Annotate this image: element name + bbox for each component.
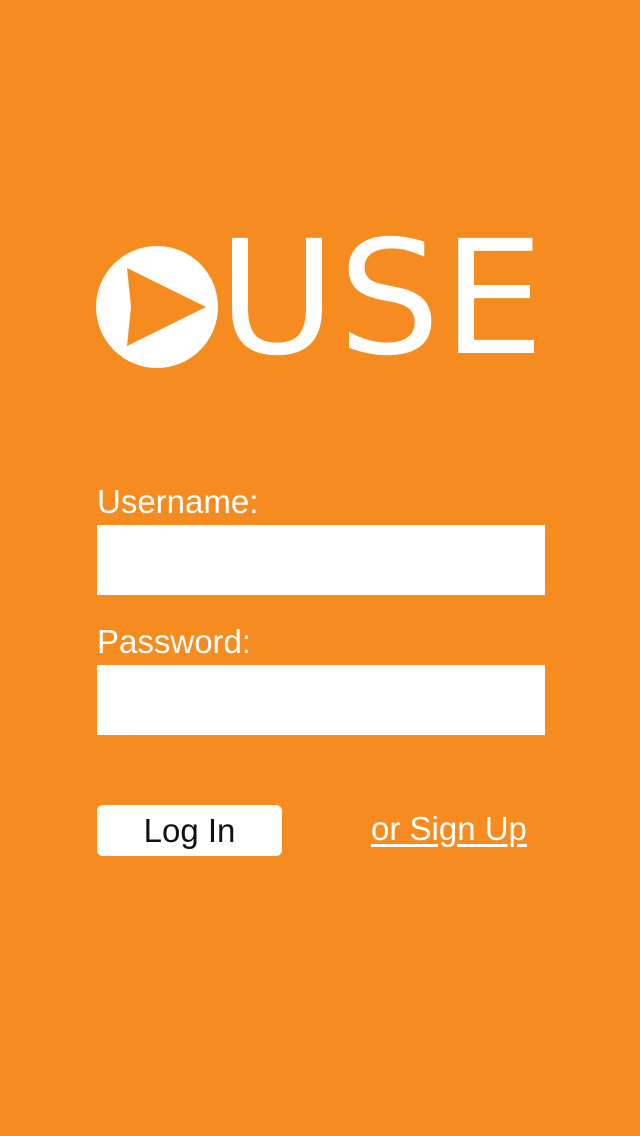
app-logo: USE [96, 220, 546, 378]
username-label: Username: [97, 483, 259, 520]
login-screen: USE Username: Password: Log In or Sign U… [0, 0, 640, 1136]
logo-wordmark: USE [218, 207, 547, 391]
play-arrow-circle-icon [96, 246, 218, 368]
signup-link[interactable]: or Sign Up [371, 808, 527, 850]
password-label: Password: [97, 623, 252, 660]
password-field[interactable] [97, 665, 545, 735]
login-button[interactable]: Log In [97, 805, 282, 856]
username-field[interactable] [97, 525, 545, 595]
